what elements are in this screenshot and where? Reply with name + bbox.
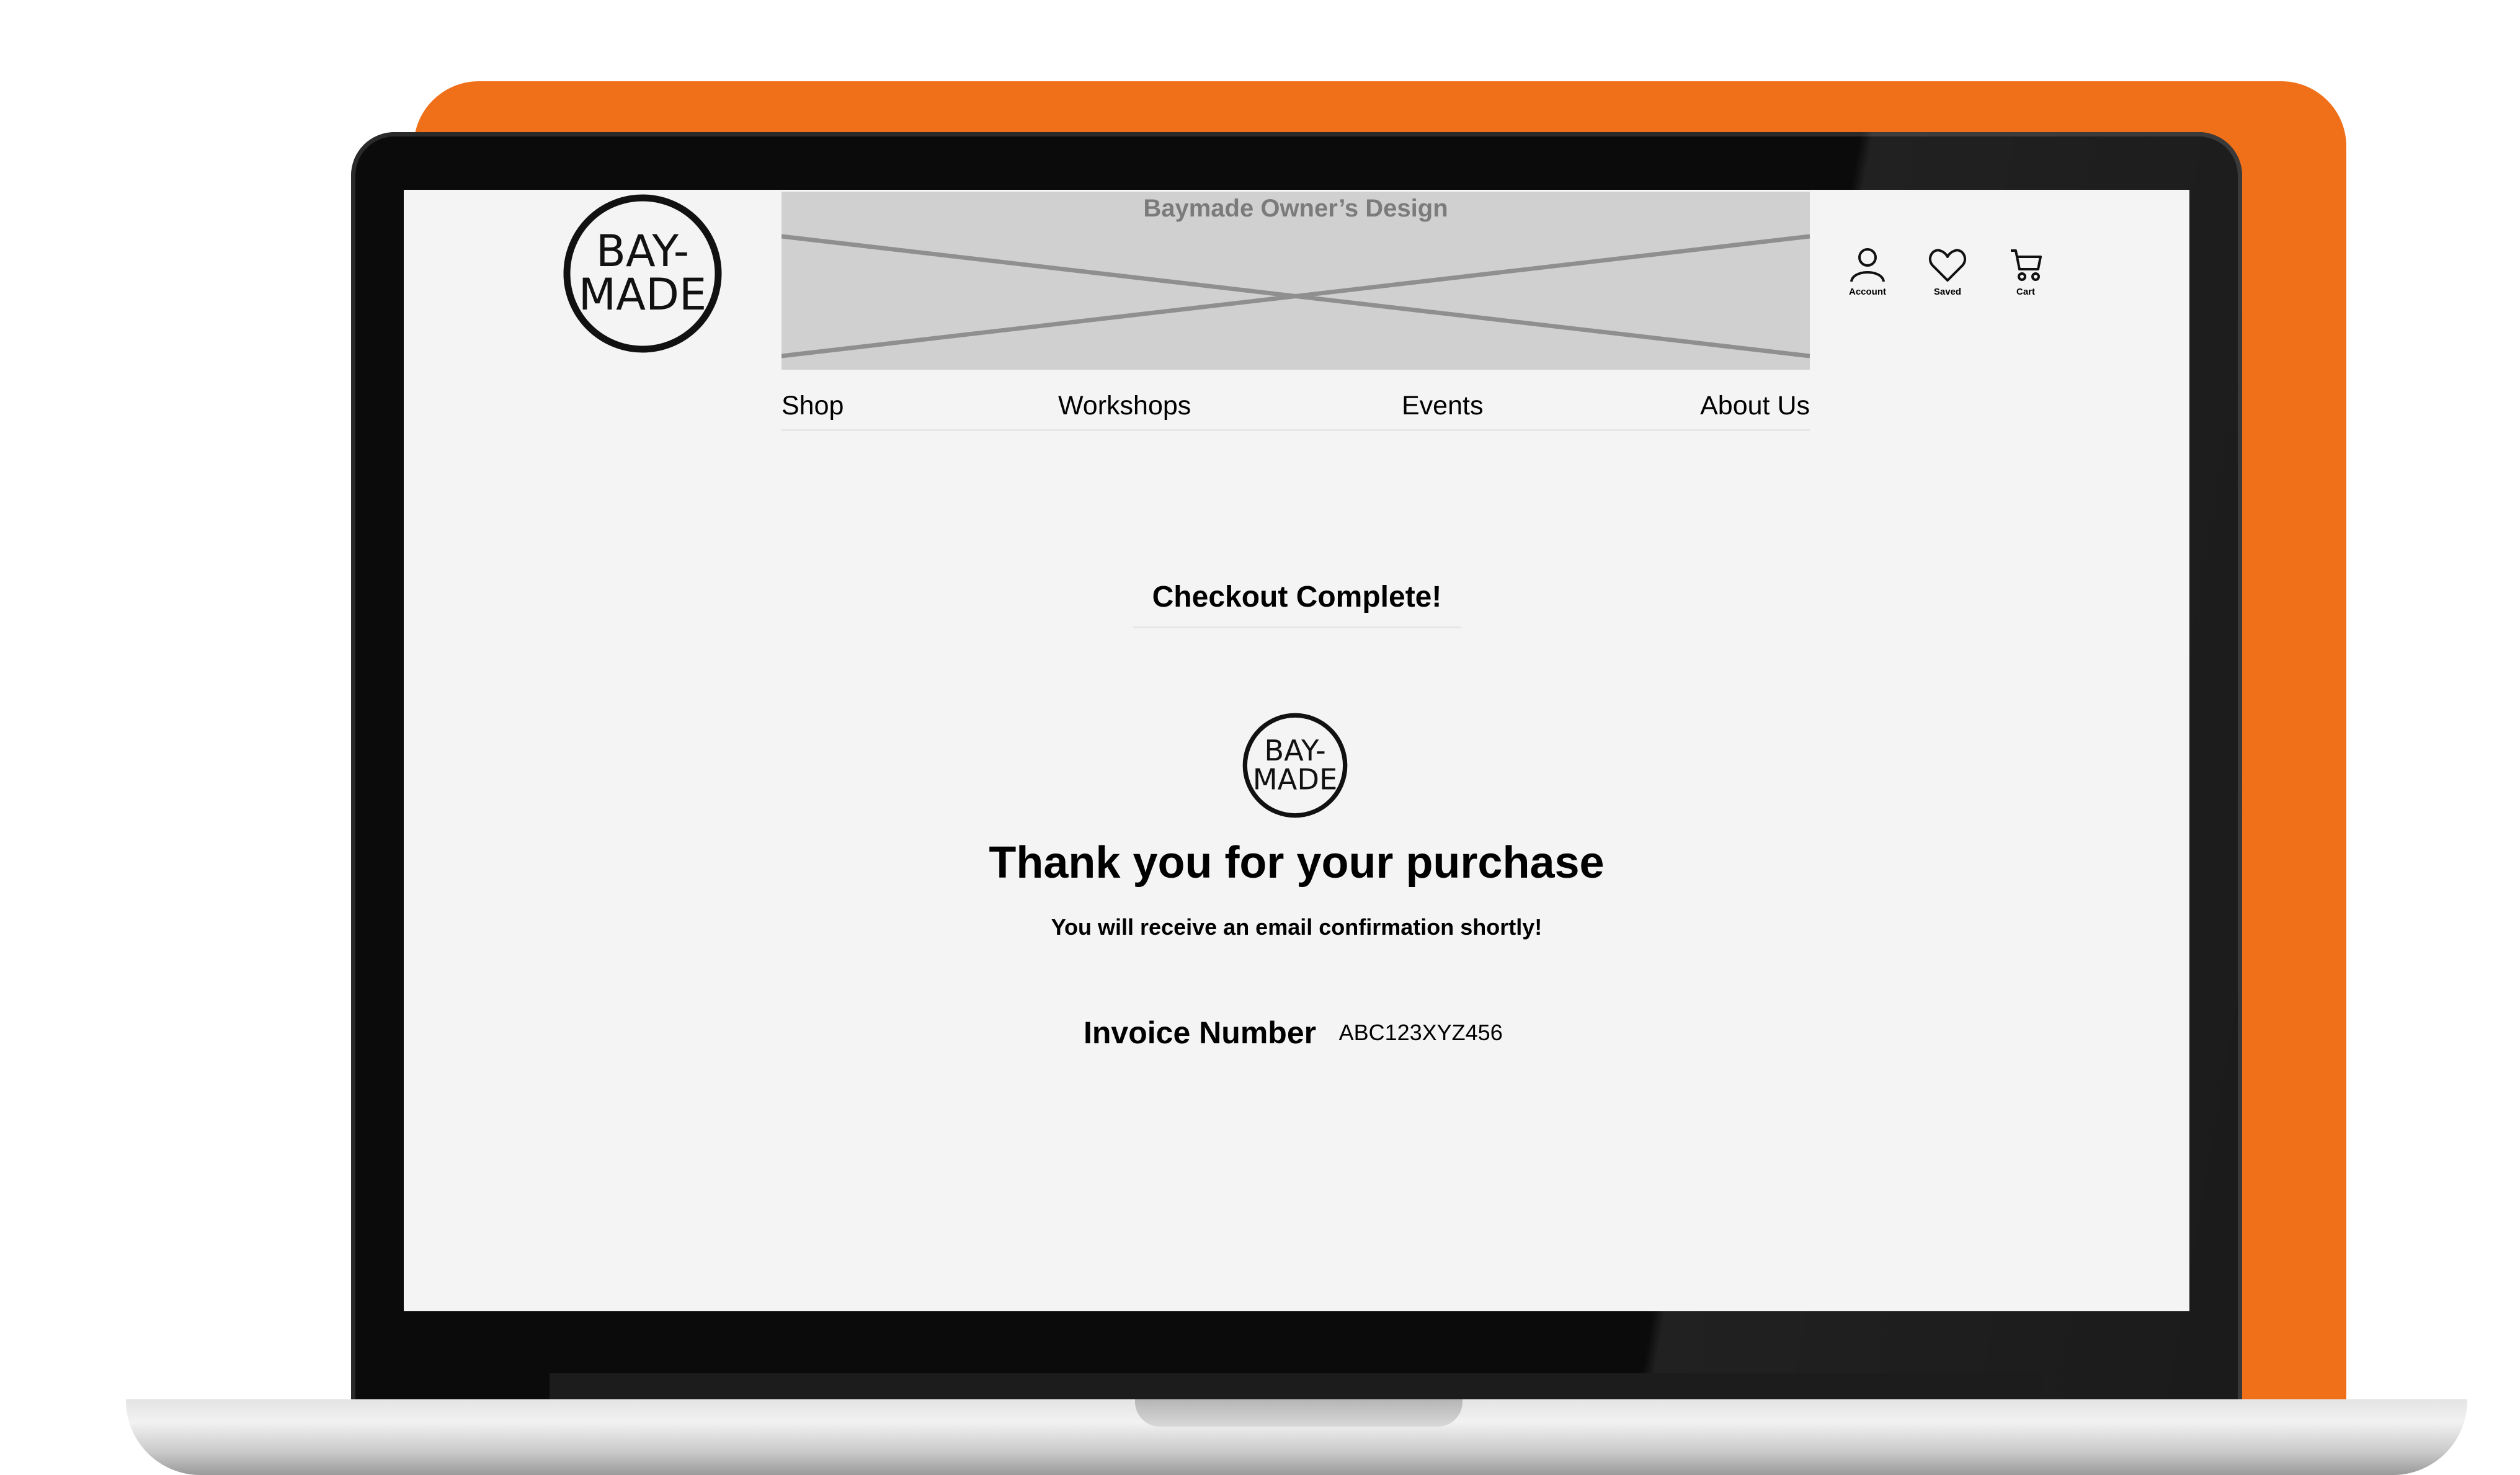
invoice-label: Invoice Number <box>1084 1015 1317 1050</box>
account-button[interactable]: Account <box>1830 247 1905 297</box>
baymade-logo[interactable]: BAY- MADE <box>562 193 723 354</box>
banner-title: Baymade Owner’s Design <box>1143 195 1448 222</box>
nav-workshops[interactable]: Workshops <box>1058 382 1191 429</box>
thank-you-heading: Thank you for your purchase <box>989 838 1605 888</box>
nav-events[interactable]: Events <box>1402 382 1483 429</box>
logo-mark: BAY- MADE <box>563 194 722 353</box>
laptop-hinge <box>550 1373 2042 1399</box>
account-label: Account <box>1849 287 1886 297</box>
banner-placeholder: Baymade Owner’s Design <box>781 192 1810 370</box>
nav-about-us[interactable]: About Us <box>1700 382 1810 429</box>
account-icon <box>1850 248 1885 282</box>
saved-label: Saved <box>1933 287 1962 297</box>
cart-icon <box>2011 249 2042 281</box>
logo-text-bottom: MADE <box>1253 762 1338 796</box>
confirmation-logo: BAY- MADE <box>1242 712 1348 819</box>
heart-icon <box>1928 249 1967 282</box>
nav-shop[interactable]: Shop <box>781 382 844 429</box>
email-confirmation-note: You will receive an email confirmation s… <box>1051 914 1543 940</box>
laptop-screen: BAY- MADE Baymade Owner’s Design Account… <box>404 190 2189 1311</box>
cart-label: Cart <box>2016 287 2035 297</box>
cart-button[interactable]: Cart <box>1988 247 2063 297</box>
checkout-title: Checkout Complete! <box>1133 568 1461 628</box>
invoice-row: Invoice Number ABC123XYZ456 <box>1084 1015 1503 1064</box>
logo-text-bottom: MADE <box>579 269 706 320</box>
saved-button[interactable]: Saved <box>1910 247 1985 297</box>
laptop-base-notch <box>1135 1399 1463 1427</box>
logo-mark-small: BAY- MADE <box>1242 713 1348 818</box>
main-nav: Shop Workshops Events About Us <box>781 382 1810 431</box>
invoice-number: ABC123XYZ456 <box>1338 1020 1503 1045</box>
